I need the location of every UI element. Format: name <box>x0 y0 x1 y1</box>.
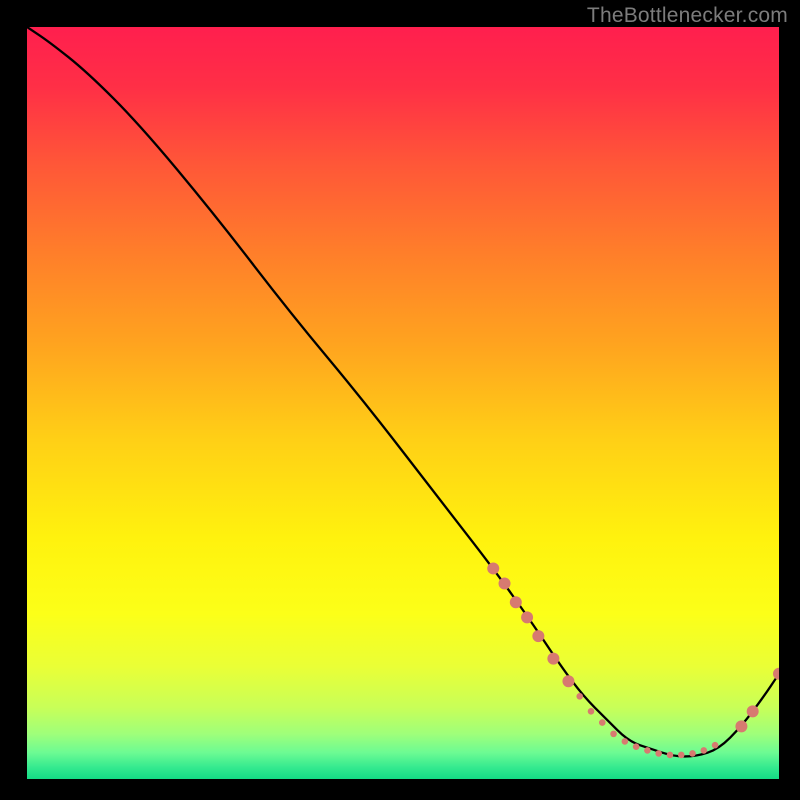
watermark-text: TheBottlenecker.com <box>587 4 788 28</box>
marker-point <box>689 750 696 757</box>
plot-area <box>27 27 779 779</box>
marker-point <box>599 719 606 726</box>
marker-point <box>701 747 708 754</box>
chart-background <box>27 27 779 779</box>
marker-point <box>547 653 559 665</box>
chart-svg <box>27 27 779 779</box>
marker-point <box>521 611 533 623</box>
chart-stage: TheBottlenecker.com <box>0 0 800 800</box>
marker-point <box>735 720 747 732</box>
marker-point <box>747 705 759 717</box>
marker-point <box>644 747 651 754</box>
marker-point <box>576 693 583 700</box>
marker-point <box>499 577 511 589</box>
marker-point <box>610 731 617 738</box>
marker-point <box>562 675 574 687</box>
marker-point <box>510 596 522 608</box>
marker-point <box>588 708 595 715</box>
marker-point <box>487 562 499 574</box>
marker-point <box>678 752 685 759</box>
marker-point <box>633 743 640 750</box>
marker-point <box>532 630 544 642</box>
marker-point <box>667 752 674 759</box>
marker-point <box>712 742 719 749</box>
marker-point <box>655 750 662 757</box>
marker-point <box>622 738 629 745</box>
